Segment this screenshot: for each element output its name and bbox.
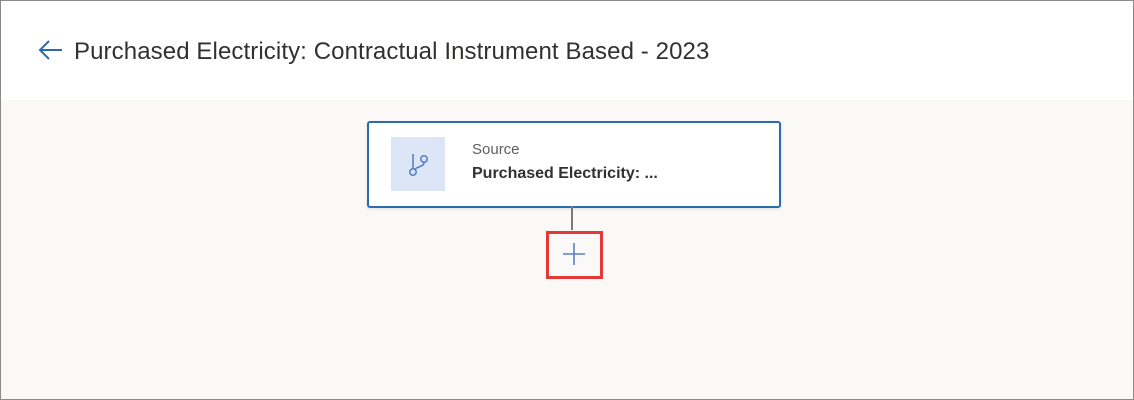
connector-line <box>571 206 573 230</box>
source-node-card[interactable]: Source Purchased Electricity: ... <box>367 121 781 208</box>
add-step-button[interactable] <box>546 231 603 279</box>
page-header: Purchased Electricity: Contractual Instr… <box>1 1 1133 100</box>
source-node-name: Purchased Electricity: ... <box>472 165 658 182</box>
app-window: Purchased Electricity: Contractual Instr… <box>0 0 1134 400</box>
branch-icon <box>408 154 429 176</box>
arrow-left-icon <box>38 40 62 60</box>
source-node-type-label: Source <box>472 141 520 158</box>
source-node-icon-box <box>391 137 445 191</box>
flow-canvas: Source Purchased Electricity: ... <box>1 100 1133 399</box>
plus-icon <box>563 243 585 265</box>
back-button[interactable] <box>35 35 65 65</box>
page-title: Purchased Electricity: Contractual Instr… <box>74 38 710 65</box>
